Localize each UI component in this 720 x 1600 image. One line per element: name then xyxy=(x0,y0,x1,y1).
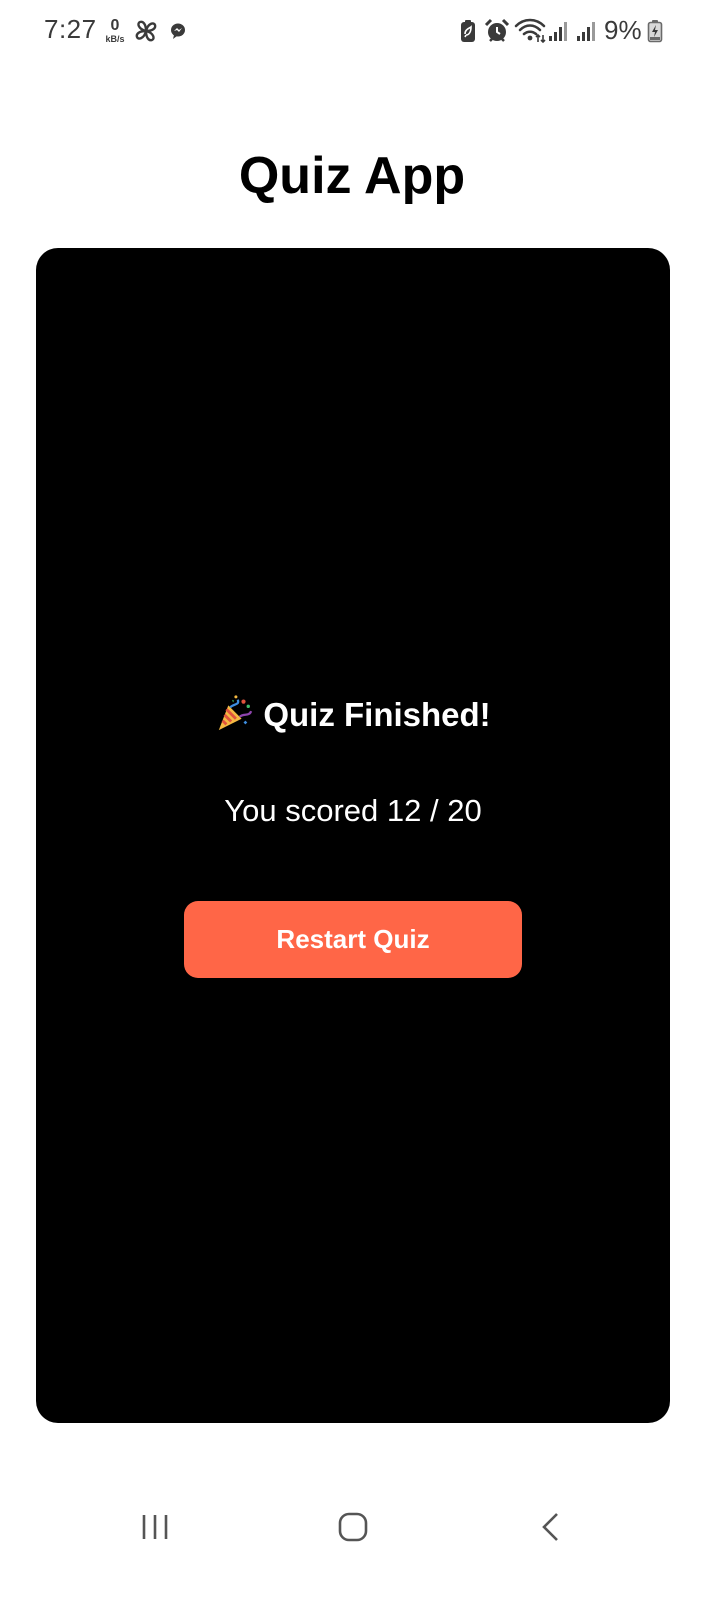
status-bar: 7:27 0 kB/s 9% xyxy=(0,0,720,64)
battery-percent: 9% xyxy=(604,15,642,45)
status-time: 7:27 xyxy=(44,14,97,44)
quiz-finished-heading: Quiz Finished! xyxy=(36,694,670,734)
page-title: Quiz App xyxy=(238,147,466,205)
signal-icon xyxy=(549,22,567,41)
pinwheel-icon xyxy=(135,20,157,42)
quiz-result-card: Quiz Finished! You scored 12 / 20 Restar… xyxy=(36,248,670,1423)
home-icon[interactable] xyxy=(337,1511,369,1543)
battery-charging-icon xyxy=(647,20,663,43)
score-text: You scored 12 / 20 xyxy=(224,793,482,828)
party-popper-icon xyxy=(219,695,253,731)
system-nav-bar xyxy=(0,1480,720,1580)
back-icon[interactable] xyxy=(538,1511,564,1543)
messenger-icon xyxy=(171,23,185,39)
network-speed-indicator: 0 kB/s xyxy=(103,18,127,44)
alarm-icon xyxy=(484,18,510,42)
recent-apps-icon[interactable] xyxy=(140,1512,170,1542)
battery-saver-icon xyxy=(461,20,475,42)
restart-quiz-button[interactable]: Restart Quiz xyxy=(184,901,522,978)
signal-icon xyxy=(577,22,595,41)
app-screen: 7:27 0 kB/s 9% Quiz App Quiz Finished! Y… xyxy=(0,0,720,1600)
wifi-icon xyxy=(514,18,546,43)
quiz-finished-text: Quiz Finished! xyxy=(263,696,491,733)
network-speed-value: 0 xyxy=(110,17,120,34)
network-speed-unit: kB/s xyxy=(105,34,125,44)
